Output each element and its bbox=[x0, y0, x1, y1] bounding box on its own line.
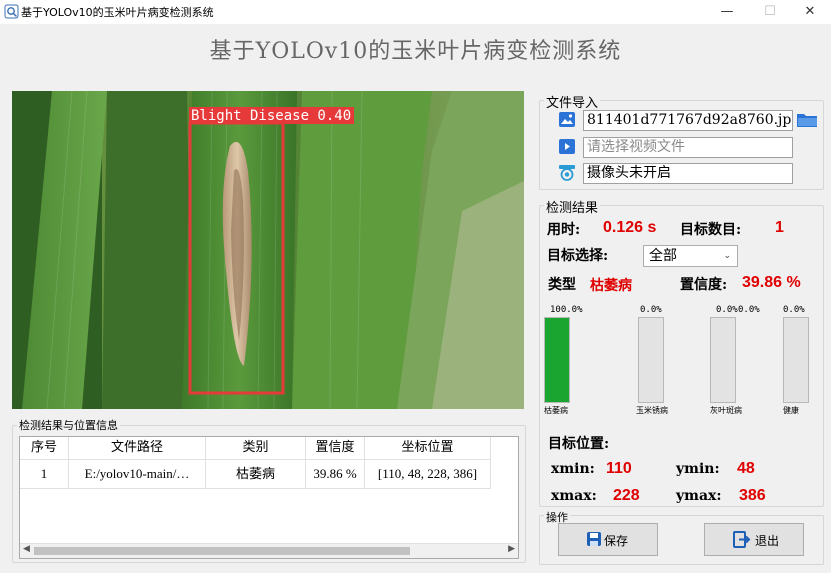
time-value: 0.126 s bbox=[603, 219, 657, 236]
col-header-path[interactable]: 文件路径 bbox=[69, 437, 206, 460]
camera-icon[interactable] bbox=[558, 164, 576, 185]
position-label: 目标位置: bbox=[548, 436, 610, 452]
detection-label: Blight Disease 0.40 bbox=[191, 108, 351, 124]
bar-track-0 bbox=[544, 317, 570, 403]
ymax-label: ymax: bbox=[676, 488, 722, 504]
bar-track-3 bbox=[783, 317, 809, 403]
bar-pct-3: 0.0% bbox=[783, 305, 805, 315]
chevron-down-icon: ⌄ bbox=[723, 251, 731, 261]
video-path-field[interactable]: 请选择视频文件 bbox=[583, 137, 793, 158]
file-import-label: 文件导入 bbox=[544, 92, 601, 111]
bar-label-2: 灰叶斑病 bbox=[710, 406, 742, 415]
bar-track-2 bbox=[710, 317, 736, 403]
window-title: 基于YOLOv10的玉米叶片病变检测系统 bbox=[21, 6, 214, 19]
col-header-class[interactable]: 类别 bbox=[206, 437, 306, 460]
bar-track-1 bbox=[638, 317, 664, 403]
bar-pct-3-alt: 0.0% bbox=[738, 305, 760, 315]
bar-pct-1: 0.0% bbox=[640, 305, 662, 315]
xmax-label: xmax: bbox=[551, 488, 597, 504]
bar-label-1: 玉米锈病 bbox=[636, 406, 668, 415]
bar-pct-2: 0.0% bbox=[716, 305, 738, 315]
type-value: 枯萎病 bbox=[590, 278, 632, 294]
image-icon[interactable] bbox=[558, 111, 576, 132]
count-value: 1 bbox=[775, 219, 784, 236]
scrollbar-thumb[interactable] bbox=[34, 547, 410, 555]
title-bar: 基于YOLOv10的玉米叶片病变检测系统 — ☐ ✕ bbox=[0, 0, 831, 24]
xmin-label: xmin: bbox=[551, 461, 595, 477]
xmin-value: 110 bbox=[606, 460, 632, 477]
exit-label: 退出 bbox=[755, 534, 780, 548]
table-cell[interactable]: 枯萎病 bbox=[206, 460, 306, 489]
bar-label-0: 枯萎病 bbox=[544, 406, 568, 415]
xmax-value: 228 bbox=[613, 487, 640, 504]
results-label: 检测结果 bbox=[544, 197, 601, 216]
scroll-right-icon[interactable]: ▶ bbox=[508, 544, 515, 554]
bar-pct-0: 100.0% bbox=[550, 305, 583, 315]
table-cell[interactable]: E:/yolov10-main/… bbox=[69, 460, 206, 489]
exit-icon bbox=[733, 531, 751, 551]
camera-status-field[interactable]: 摄像头未开启 bbox=[583, 163, 793, 184]
save-label: 保存 bbox=[604, 534, 629, 548]
minimize-button[interactable]: — bbox=[707, 0, 747, 24]
maximize-button[interactable]: ☐ bbox=[750, 0, 790, 24]
save-icon bbox=[586, 531, 602, 550]
col-header-coords[interactable]: 坐标位置 bbox=[365, 437, 491, 460]
target-select-value: 全部 bbox=[649, 248, 677, 264]
target-select-label: 目标选择: bbox=[547, 248, 609, 264]
time-label: 用时: bbox=[547, 222, 581, 238]
app-icon bbox=[4, 4, 19, 19]
image-path-field[interactable]: 811401d771767d92a8760.jpg bbox=[583, 110, 793, 131]
table-group-label: 检测结果与位置信息 bbox=[17, 417, 120, 433]
horizontal-scrollbar[interactable]: ◀ ▶ bbox=[20, 543, 518, 558]
exit-button[interactable]: 退出 bbox=[704, 523, 804, 556]
ymin-label: ymin: bbox=[676, 461, 720, 477]
detection-image: Blight Disease 0.40 bbox=[12, 91, 524, 409]
confidence-value: 39.86 % bbox=[742, 274, 801, 291]
ymax-value: 386 bbox=[739, 487, 766, 504]
results-table[interactable]: 序号 文件路径 类别 置信度 坐标位置 1 E:/yolov10-main/… … bbox=[19, 436, 519, 559]
close-button[interactable]: ✕ bbox=[790, 0, 830, 24]
col-header-index[interactable]: 序号 bbox=[20, 437, 69, 460]
table-cell[interactable]: [110, 48, 228, 386] bbox=[365, 460, 491, 489]
confidence-label: 置信度: bbox=[680, 277, 728, 293]
col-header-confidence[interactable]: 置信度 bbox=[306, 437, 365, 460]
video-icon[interactable] bbox=[558, 138, 576, 159]
page-title: 基于YOLOv10的玉米叶片病变检测系统 bbox=[209, 39, 622, 64]
count-label: 目标数目: bbox=[680, 222, 742, 238]
bar-fill bbox=[545, 318, 569, 402]
table-cell[interactable]: 1 bbox=[20, 460, 69, 489]
ymin-value: 48 bbox=[737, 460, 755, 477]
type-label: 类型 bbox=[548, 277, 576, 293]
bar-label-3: 健康 bbox=[783, 406, 799, 415]
corn-leaf-image: Blight Disease 0.40 bbox=[12, 91, 524, 409]
scroll-left-icon[interactable]: ◀ bbox=[23, 544, 30, 554]
table-cell[interactable]: 39.86 % bbox=[306, 460, 365, 489]
save-button[interactable]: 保存 bbox=[558, 523, 658, 556]
target-select[interactable]: 全部 ⌄ bbox=[643, 245, 738, 267]
folder-icon[interactable] bbox=[796, 111, 818, 132]
